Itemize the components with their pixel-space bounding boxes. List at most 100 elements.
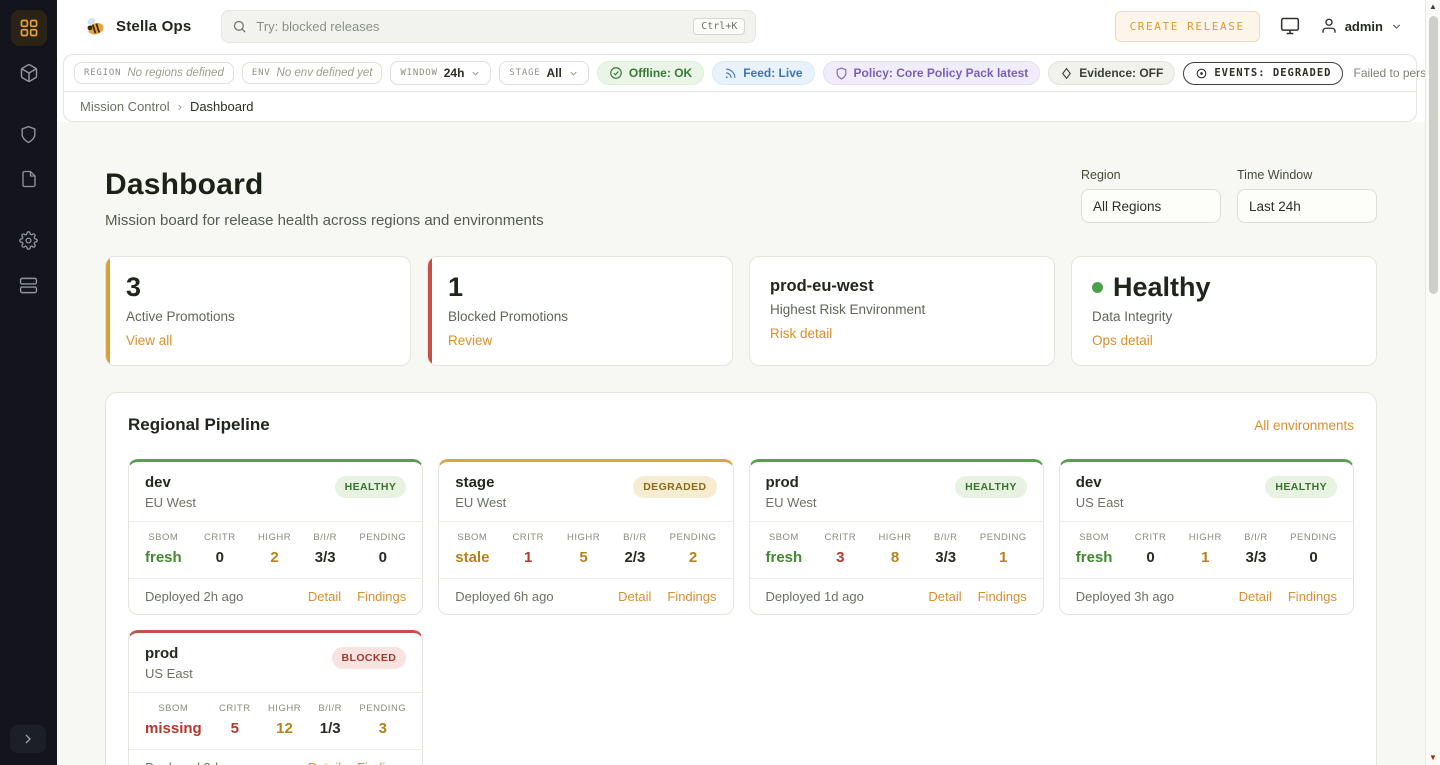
time-window-select-label: Time Window — [1237, 168, 1377, 182]
env-filter-chip[interactable]: ENV No env defined yet — [242, 62, 383, 84]
stat-label: PENDING — [359, 532, 406, 543]
chevron-down-icon — [568, 68, 579, 79]
create-release-button[interactable]: CREATE RELEASE — [1115, 11, 1260, 42]
page-title-block: Dashboard Mission board for release heal… — [105, 168, 544, 229]
detail-link[interactable]: Detail — [618, 589, 651, 604]
env-card-header: dev EU West HEALTHY — [129, 462, 422, 521]
user-menu[interactable]: admin — [1320, 17, 1403, 35]
circle-dot-icon — [1195, 67, 1208, 80]
env-region: US East — [145, 666, 193, 681]
time-window-select[interactable]: Last 24h — [1237, 189, 1377, 223]
stat-critr: CRITR5 — [219, 703, 251, 737]
stat-value: 1/3 — [318, 720, 342, 737]
env-card-header: stage EU West DEGRADED — [439, 462, 732, 521]
stat-highr: HIGHR12 — [268, 703, 301, 737]
breadcrumb-mission-control[interactable]: Mission Control — [80, 99, 170, 114]
regional-pipeline-section: Regional Pipeline All environments dev E… — [105, 392, 1377, 765]
stat-value: 5 — [567, 549, 600, 566]
scrollbar-thumb[interactable] — [1429, 16, 1438, 294]
env-stats-row: SBOMfresh CRITR3 HIGHR8 B/I/R3/3 PENDING… — [750, 521, 1043, 578]
scroll-up-arrow-icon[interactable]: ▲ — [1429, 0, 1437, 14]
offline-status-pill[interactable]: Offline: OK — [597, 61, 704, 85]
vertical-scrollbar[interactable]: ▲ ▼ — [1425, 0, 1440, 765]
global-search[interactable]: Ctrl+K — [221, 10, 756, 43]
data-integrity-value-row: Healthy — [1092, 272, 1356, 303]
policy-status-pill[interactable]: Policy: Core Policy Pack latest — [823, 61, 1041, 85]
sidebar-expand-button[interactable] — [10, 725, 46, 753]
window-filter-chip[interactable]: WINDOW 24h — [390, 61, 491, 85]
findings-link[interactable]: Findings — [1288, 589, 1337, 604]
findings-link[interactable]: Findings — [667, 589, 716, 604]
rss-icon — [724, 67, 737, 80]
document-icon — [20, 170, 38, 188]
sidebar-item-infrastructure[interactable] — [11, 267, 47, 303]
stat-label: HIGHR — [268, 703, 301, 714]
sidebar-item-releases[interactable] — [11, 55, 47, 91]
detail-link[interactable]: Detail — [308, 760, 341, 765]
stat-value: 0 — [204, 549, 236, 566]
stat-label: B/I/R — [313, 532, 337, 543]
view-all-link[interactable]: View all — [126, 333, 172, 348]
stat-bir: B/I/R1/3 — [318, 703, 342, 737]
stat-sbom: SBOMfresh — [145, 532, 182, 566]
review-link[interactable]: Review — [448, 333, 492, 348]
context-panel: REGION No regions defined ENV No env def… — [63, 54, 1417, 122]
risk-detail-link[interactable]: Risk detail — [770, 326, 832, 341]
events-status-pill[interactable]: EVENTS: DEGRADED — [1183, 62, 1343, 85]
env-title-block: prod US East — [145, 645, 193, 681]
stat-sbom: SBOMstale — [455, 532, 489, 566]
main-content: Dashboard Mission board for release heal… — [57, 122, 1425, 765]
sidebar-item-dashboard[interactable] — [11, 10, 47, 46]
stage-filter-chip[interactable]: STAGE All — [499, 61, 588, 85]
healthy-dot-icon — [1092, 282, 1103, 293]
scroll-down-arrow-icon[interactable]: ▼ — [1429, 751, 1437, 765]
stat-highr: HIGHR1 — [1189, 532, 1222, 566]
stat-bir: B/I/R3/3 — [313, 532, 337, 566]
detail-link[interactable]: Detail — [928, 589, 961, 604]
env-stats-row: SBOMstale CRITR1 HIGHR5 B/I/R2/3 PENDING… — [439, 521, 732, 578]
data-integrity-value: Healthy — [1113, 272, 1211, 303]
search-input[interactable] — [256, 19, 684, 34]
stat-label: B/I/R — [1244, 532, 1268, 543]
keyboard-shortcut-badge: Ctrl+K — [693, 18, 745, 35]
region-filter-chip[interactable]: REGION No regions defined — [74, 62, 234, 84]
status-badge: HEALTHY — [955, 476, 1027, 498]
stat-label: HIGHR — [1189, 532, 1222, 543]
findings-link[interactable]: Findings — [978, 589, 1027, 604]
stat-value: stale — [455, 549, 489, 566]
stat-value: 5 — [219, 720, 251, 737]
findings-link[interactable]: Findings — [357, 760, 406, 765]
stat-label: SBOM — [1076, 532, 1113, 543]
all-environments-link[interactable]: All environments — [1254, 418, 1354, 433]
detail-link[interactable]: Detail — [1239, 589, 1272, 604]
sidebar-item-security[interactable] — [11, 116, 47, 152]
dashboard-grid-icon — [19, 18, 39, 38]
stat-value: 0 — [359, 549, 406, 566]
sidebar-item-documents[interactable] — [11, 161, 47, 197]
deployed-time: Deployed 3d ago — [145, 760, 243, 765]
highest-risk-label: Highest Risk Environment — [770, 302, 1034, 317]
filterbar: REGION No regions defined ENV No env def… — [64, 55, 1416, 92]
env-region: EU West — [455, 495, 506, 510]
findings-link[interactable]: Findings — [357, 589, 406, 604]
stat-label: PENDING — [1290, 532, 1337, 543]
env-card-header: prod EU West HEALTHY — [750, 462, 1043, 521]
sidebar — [0, 0, 57, 765]
pipeline-card-prod-us-east: prod US East BLOCKED SBOMmissing CRITR5 … — [128, 630, 423, 765]
page-subtitle: Mission board for release health across … — [105, 212, 544, 229]
display-mode-button[interactable] — [1280, 16, 1300, 36]
stat-value: 2 — [670, 549, 717, 566]
evidence-status-pill[interactable]: Evidence: OFF — [1048, 61, 1175, 85]
ops-detail-link[interactable]: Ops detail — [1092, 333, 1153, 348]
feed-status-pill[interactable]: Feed: Live — [712, 61, 814, 85]
stat-label: HIGHR — [567, 532, 600, 543]
env-name: stage — [455, 474, 506, 491]
blocked-promotions-label: Blocked Promotions — [448, 309, 712, 324]
sidebar-item-settings[interactable] — [11, 222, 47, 258]
env-card-header: dev US East HEALTHY — [1060, 462, 1353, 521]
detail-link[interactable]: Detail — [308, 589, 341, 604]
stat-pending: PENDING0 — [1290, 532, 1337, 566]
pipeline-card-stage-eu-west: stage EU West DEGRADED SBOMstale CRITR1 … — [438, 459, 733, 615]
stat-value: fresh — [1076, 549, 1113, 566]
region-select[interactable]: All Regions — [1081, 189, 1221, 223]
